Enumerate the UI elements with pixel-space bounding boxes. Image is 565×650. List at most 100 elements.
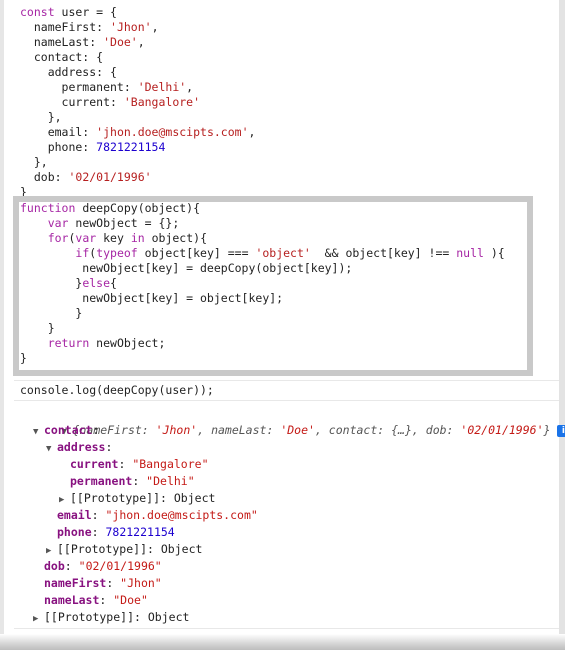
code-token: 'Jhon'	[110, 20, 152, 34]
preview-colon: :	[266, 423, 281, 437]
code-token: {	[110, 276, 117, 290]
code-line: contact: {	[20, 50, 255, 65]
code-token: for	[47, 231, 69, 245]
property-key: dob	[44, 559, 65, 573]
code-line: nameLast: 'Doe',	[20, 35, 255, 50]
code-token: ,	[151, 20, 159, 34]
code-line: nameFirst: 'Jhon',	[20, 20, 255, 35]
property-row: phone: 7821221154	[20, 524, 565, 541]
code-line: email: 'jhon.doe@mscipts.com',	[20, 125, 256, 140]
console-separator	[14, 628, 559, 629]
code-token: nameFirst:	[20, 20, 111, 34]
preview-value: {…}	[391, 423, 412, 437]
prototype-row[interactable]: ▶ [[Prototype]]: Object	[20, 609, 565, 626]
code-token: permanent:	[20, 80, 138, 94]
code-token: return	[47, 336, 90, 350]
code-token: user = {	[54, 5, 117, 19]
preview-comma: ,	[197, 423, 212, 437]
code-token: phone:	[20, 140, 97, 154]
code-token: }	[20, 321, 55, 335]
property-key: current	[70, 457, 119, 471]
code-line: },	[20, 155, 255, 170]
property-key: email	[57, 508, 92, 522]
code-line: if(typeof object[key] === 'object' && ob…	[20, 246, 505, 261]
console-separator	[14, 380, 559, 381]
property-key: [[Prototype]]	[70, 491, 161, 505]
code-line: }	[20, 321, 505, 336]
property-key: [[Prototype]]	[44, 610, 135, 624]
property-row: email: "jhon.doe@mscipts.com"	[20, 507, 565, 524]
property-colon: :	[118, 457, 133, 471]
property-colon: :	[91, 525, 106, 539]
object-preview[interactable]: ▼ {nameFirst: 'Jhon', nameLast: 'Doe', co…	[20, 405, 565, 437]
code-token: '02/01/1996'	[68, 170, 152, 184]
code-line: function deepCopy(object){	[20, 201, 505, 216]
property-row: permanent: "Delhi"	[20, 473, 565, 490]
property-colon: :	[92, 423, 100, 437]
code-token: ,	[137, 35, 145, 49]
code-token: ,	[186, 80, 194, 94]
property-colon: :	[160, 491, 174, 505]
code-token: address: {	[20, 65, 117, 79]
code-token: }	[20, 276, 83, 290]
code-line: }else{	[20, 276, 505, 291]
code-token: ){	[483, 246, 505, 260]
code-line: phone: 7821221154	[20, 140, 255, 155]
property-colon: :	[132, 474, 147, 488]
code-token: nameLast:	[20, 35, 104, 49]
code-token: object[key] ===	[137, 246, 256, 260]
code-line: }	[20, 351, 505, 366]
expand-down-icon[interactable]: ▼	[46, 441, 57, 458]
code-token: if	[75, 246, 90, 260]
prototype-row[interactable]: ▶ [[Prototype]]: Object	[20, 490, 565, 507]
code-token: 'Doe'	[103, 35, 138, 49]
property-value: Object	[147, 610, 190, 624]
code-token: var	[75, 231, 97, 245]
code-token: deepCopy(object){	[75, 201, 201, 215]
devtools-console: const user = { nameFirst: 'Jhon', nameLa…	[0, 0, 565, 650]
code-token: null	[456, 246, 484, 260]
preview-colon: :	[141, 423, 156, 437]
code-token: else	[82, 276, 111, 290]
preview-colon: :	[377, 423, 392, 437]
property-value: Object	[173, 491, 216, 505]
code-token: 'Bangalore'	[123, 95, 201, 109]
left-edge	[0, 0, 4, 650]
preview-key: contact	[328, 423, 378, 437]
preview-comma: ,	[411, 423, 426, 437]
expand-down-icon[interactable]: ▼	[33, 424, 44, 441]
expand-right-icon[interactable]: ▶	[33, 611, 44, 628]
code-line: newObject[key] = object[key];	[20, 291, 505, 306]
preview-value: 'Jhon'	[155, 423, 198, 437]
code-token: 'object'	[255, 246, 311, 260]
code-line: dob: '02/01/1996'	[20, 170, 255, 185]
property-key: nameFirst	[44, 576, 107, 590]
console-input-line[interactable]: console.log(deepCopy(user));	[20, 383, 214, 398]
property-colon: :	[91, 508, 106, 522]
info-icon[interactable]: i	[557, 424, 565, 437]
property-colon: :	[147, 542, 161, 556]
user-object-code: const user = { nameFirst: 'Jhon', nameLa…	[20, 5, 255, 200]
property-colon: :	[64, 559, 79, 573]
prototype-row[interactable]: ▶ [[Prototype]]: Object	[20, 541, 565, 558]
deepcopy-function-code: function deepCopy(object){ var newObject…	[20, 201, 505, 366]
code-token: newObject[key] = object[key];	[20, 291, 284, 305]
code-token: newObject[key] = deepCopy(object[key]);	[20, 261, 353, 275]
code-token: }	[20, 351, 27, 365]
console-separator	[14, 400, 559, 401]
object-tree: ▼ {nameFirst: 'Jhon', nameLast: 'Doe', co…	[20, 405, 565, 626]
property-row[interactable]: ▼ address:	[20, 439, 565, 456]
preview-value: '02/01/1996'	[460, 423, 544, 437]
property-key: permanent	[70, 474, 133, 488]
property-value: "Delhi"	[146, 474, 195, 488]
property-value: "Bangalore"	[132, 457, 209, 471]
property-row: nameFirst: "Jhon"	[20, 575, 565, 592]
code-line: },	[20, 110, 255, 125]
code-token: in	[130, 231, 145, 245]
code-line: permanent: 'Delhi',	[20, 80, 255, 95]
code-line: current: 'Bangalore'	[20, 95, 255, 110]
code-line: for(var key in object){	[20, 231, 505, 246]
